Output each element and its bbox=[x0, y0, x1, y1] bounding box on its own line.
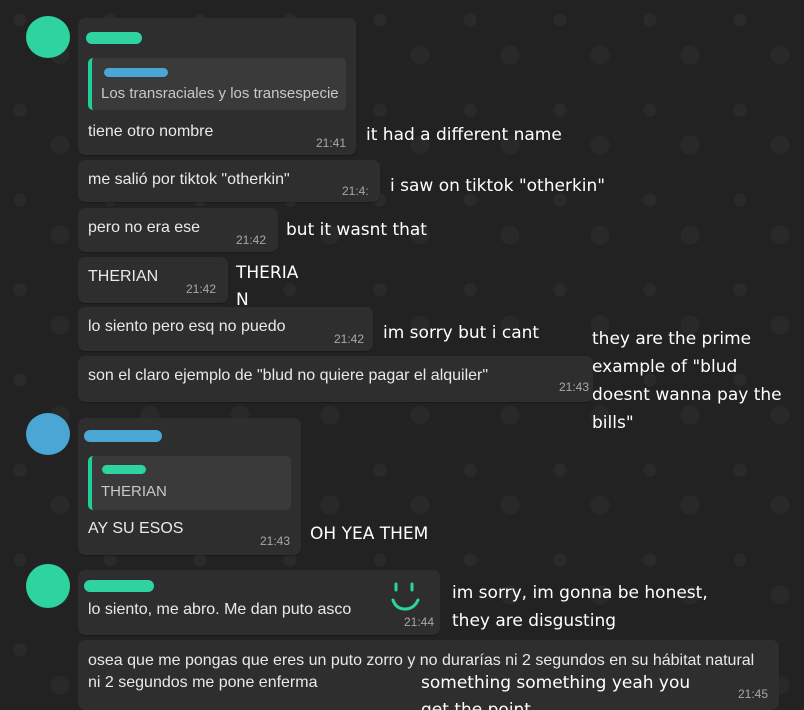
message-bubble[interactable]: pero no era ese 21:42 bbox=[78, 208, 278, 252]
message-bubble[interactable]: me salió por tiktok "otherkin" 21:4: bbox=[78, 160, 380, 202]
message-time: 21:4: bbox=[342, 184, 369, 198]
message-time: 21:41 bbox=[316, 136, 347, 150]
avatar[interactable] bbox=[26, 564, 70, 608]
translation-annotation: but it wasnt that bbox=[286, 220, 427, 240]
redacted-quote-author bbox=[104, 68, 168, 77]
message-bubble[interactable]: THERIAN AY SU ESOS 21:43 bbox=[78, 418, 301, 555]
drawn-smiley-icon bbox=[391, 582, 420, 611]
message-bubble[interactable]: lo siento pero esq no puedo 21:42 bbox=[78, 307, 373, 351]
message-text: lo siento pero esq no puedo bbox=[88, 318, 286, 335]
quoted-text: THERIAN bbox=[101, 483, 167, 500]
avatar[interactable] bbox=[26, 16, 70, 58]
translation-annotation: something something yeah you bbox=[421, 673, 691, 693]
message-time: 21:42 bbox=[334, 332, 365, 346]
message-time: 21:45 bbox=[738, 687, 769, 701]
translation-annotation: it had a different name bbox=[366, 125, 562, 145]
message-time: 21:43 bbox=[260, 534, 291, 548]
message-bubble[interactable]: THERIAN 21:42 bbox=[78, 257, 228, 303]
message-time: 21:42 bbox=[236, 233, 267, 247]
quoted-message[interactable]: THERIAN bbox=[88, 456, 291, 510]
avatar[interactable] bbox=[26, 413, 70, 455]
translation-annotation: im sorry, im gonna be honest, bbox=[452, 583, 708, 603]
translation-annotation: get the point bbox=[421, 700, 531, 710]
message-bubble[interactable]: son el claro ejemplo de "blud no quiere … bbox=[78, 356, 593, 402]
message-text: me salió por tiktok "otherkin" bbox=[88, 171, 290, 188]
message-bubble[interactable]: Los transraciales y los transespecie tie… bbox=[78, 18, 356, 155]
message-text: tiene otro nombre bbox=[88, 123, 214, 140]
translation-annotation: i saw on tiktok "otherkin" bbox=[390, 176, 606, 196]
message-time: 21:43 bbox=[559, 380, 590, 394]
redacted-sender-name bbox=[86, 32, 142, 44]
redacted-sender-name bbox=[84, 580, 154, 592]
message-text: pero no era ese bbox=[88, 219, 201, 236]
quoted-text: Los transraciales y los transespecie bbox=[101, 85, 339, 102]
message-text: AY SU ESOS bbox=[88, 520, 184, 537]
message-time: 21:42 bbox=[186, 282, 217, 296]
translation-annotation: they are disgusting bbox=[452, 611, 617, 631]
translation-annotation: they are the prime example of "blud does… bbox=[592, 329, 782, 433]
redacted-sender-name bbox=[84, 430, 162, 442]
message-bubble[interactable]: lo siento, me abro. Me dan puto asco 21:… bbox=[78, 570, 440, 635]
translation-annotation: THERIA bbox=[236, 263, 299, 283]
message-text: lo siento, me abro. Me dan puto asco bbox=[88, 601, 352, 618]
translation-annotation: OH YEA THEM bbox=[310, 524, 429, 544]
message-time: 21:44 bbox=[404, 615, 435, 629]
quoted-message[interactable]: Los transraciales y los transespecie bbox=[88, 58, 346, 110]
message-text: son el claro ejemplo de "blud no quiere … bbox=[88, 367, 489, 384]
translation-annotation: im sorry but i cant bbox=[383, 323, 540, 343]
redacted-quote-author bbox=[102, 465, 146, 474]
message-text: THERIAN bbox=[88, 268, 159, 285]
